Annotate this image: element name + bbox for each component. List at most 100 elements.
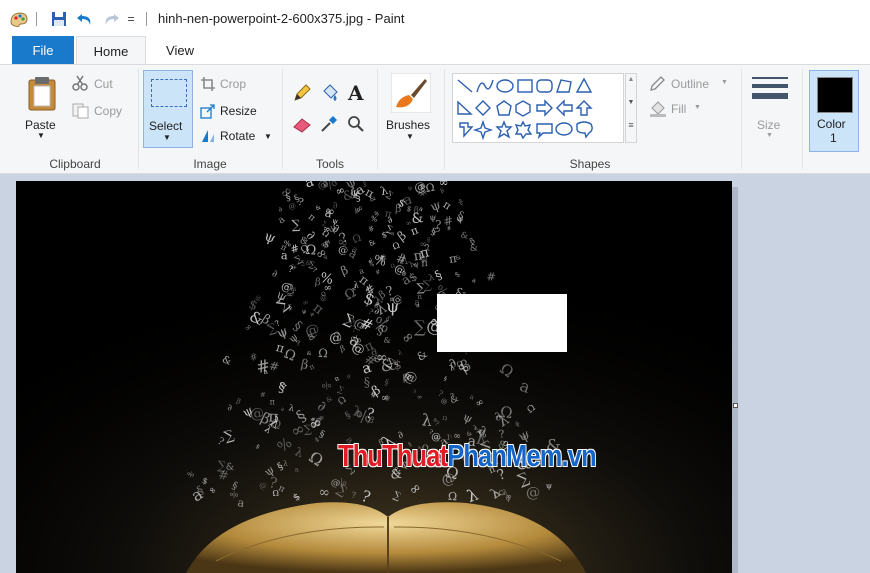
- scatter-glyph: ψ: [546, 480, 553, 490]
- resize-button-label[interactable]: Resize: [220, 104, 257, 118]
- rotate-dropdown-arrow[interactable]: ▼: [264, 132, 272, 141]
- shapes-gallery-scrollbar[interactable]: ▲ ▼ ≡: [625, 73, 637, 143]
- scatter-glyph: ∞: [318, 484, 331, 501]
- color1-button-label: Color: [817, 117, 846, 131]
- clipboard-group-label: Clipboard: [49, 157, 101, 171]
- tools-group-label: Tools: [315, 157, 344, 171]
- scatter-glyph: Ω: [318, 346, 328, 360]
- size-icon[interactable]: [750, 75, 790, 110]
- select-dropdown-arrow[interactable]: ▼: [163, 133, 171, 142]
- scatter-glyph: ∂: [227, 403, 232, 413]
- scatter-glyph: ∑: [291, 218, 300, 232]
- brushes-dropdown-arrow[interactable]: ▼: [406, 132, 414, 141]
- scatter-glyph: ψ: [429, 213, 436, 223]
- image-canvas[interactable]: &&?%§#ψ&§%λ#aπaππ#ψ∞@@∑β∞&∑Ω#βπ?a%∑β&#@#…: [16, 181, 732, 573]
- fill-button-label[interactable]: Fill: [671, 102, 686, 116]
- redo-icon[interactable]: [100, 8, 122, 30]
- crop-icon[interactable]: [200, 76, 216, 95]
- shapes-gallery[interactable]: [452, 73, 624, 143]
- scatter-glyph: &: [307, 351, 312, 357]
- expand-gallery-icon[interactable]: ≡: [626, 120, 636, 131]
- copy-button-label[interactable]: Copy: [94, 104, 122, 118]
- separator: [36, 12, 37, 26]
- color1-button[interactable]: Color 1: [809, 70, 859, 152]
- white-rectangle-shape[interactable]: [437, 294, 567, 352]
- shapes-gallery-icons: [457, 77, 593, 141]
- book-letters-image: &&?%§#ψ&§%λ#aπaππ#ψ∞@@∑β∞&∑Ω#βπ?a%∑β&#@#…: [16, 181, 732, 573]
- scatter-glyph: #: [486, 270, 496, 283]
- image-group-label: Image: [193, 157, 227, 171]
- scatter-glyph: λ: [354, 279, 360, 289]
- select-button[interactable]: Select ▼: [143, 70, 193, 148]
- scatter-glyph: ∑: [414, 317, 426, 336]
- scatter-glyph: %: [314, 437, 320, 444]
- scatter-glyph: ∞: [286, 289, 294, 300]
- scatter-glyph: λ: [283, 459, 288, 468]
- fill-icon[interactable]: [649, 101, 667, 120]
- canvas-resize-handle[interactable]: [733, 403, 738, 408]
- ribbon-tabs: File Home View: [0, 36, 870, 65]
- outline-button-label[interactable]: Outline: [671, 77, 709, 91]
- pencil-icon[interactable]: [292, 83, 312, 106]
- scatter-glyph: λ: [421, 410, 433, 430]
- eraser-icon[interactable]: [292, 117, 312, 136]
- select-button-label: Select: [149, 119, 183, 133]
- separator: [146, 12, 147, 26]
- customize-quick-access-dropdown[interactable]: =: [124, 8, 138, 30]
- scatter-glyph: ψ: [408, 185, 413, 192]
- scatter-glyph: ∞: [417, 393, 423, 401]
- color1-number: 1: [830, 131, 837, 145]
- scatter-glyph: β: [395, 202, 402, 215]
- tab-view[interactable]: View: [150, 36, 210, 65]
- tab-home[interactable]: Home: [76, 36, 146, 65]
- undo-icon[interactable]: [74, 8, 96, 30]
- watermark-part-2: PhanMem: [447, 438, 562, 473]
- scroll-down-icon[interactable]: ▼: [626, 97, 636, 108]
- text-tool-icon[interactable]: A: [348, 81, 364, 105]
- rotate-button-label[interactable]: Rotate: [220, 129, 255, 143]
- scatter-glyph: @: [329, 330, 343, 346]
- paint-app-icon[interactable]: [8, 8, 30, 30]
- size-button-label[interactable]: Size: [757, 118, 780, 132]
- scatter-glyph: &: [226, 462, 235, 473]
- save-icon[interactable]: [48, 8, 70, 30]
- ribbon-home: Paste ▼ Cut Copy Clipboard Select ▼ Crop…: [0, 64, 870, 174]
- window-title: hinh-nen-powerpoint-2-600x375.jpg - Pain…: [158, 11, 405, 26]
- rotate-icon[interactable]: [200, 128, 216, 147]
- group-separator: [802, 69, 803, 169]
- cut-icon[interactable]: [72, 75, 88, 94]
- fill-bucket-icon[interactable]: [320, 83, 340, 106]
- scroll-up-icon[interactable]: ▲: [626, 74, 636, 85]
- group-separator: [741, 69, 742, 169]
- paste-dropdown-arrow[interactable]: ▼: [37, 131, 45, 140]
- paste-button-label[interactable]: Paste: [25, 118, 56, 132]
- outline-dropdown-arrow[interactable]: ▼: [721, 79, 728, 86]
- scatter-glyph: ∞: [380, 392, 390, 404]
- group-separator: [377, 69, 378, 169]
- fill-dropdown-arrow[interactable]: ▼: [694, 104, 701, 111]
- color1-swatch: [817, 77, 853, 113]
- magnifier-icon[interactable]: [347, 115, 365, 136]
- group-separator: [138, 69, 139, 169]
- group-separator: [444, 69, 445, 169]
- scatter-glyph: #: [260, 391, 266, 399]
- watermark-part-3: .vn: [561, 438, 597, 473]
- paste-icon[interactable]: [26, 75, 58, 114]
- cut-button-label[interactable]: Cut: [94, 77, 113, 91]
- watermark-text: ThuThuatPhanMem.vn: [338, 436, 597, 476]
- select-icon: [151, 79, 187, 107]
- outline-icon[interactable]: [649, 76, 667, 95]
- shapes-group-label: Shapes: [569, 157, 611, 171]
- tab-file[interactable]: File: [12, 36, 74, 65]
- scatter-glyph: %: [373, 253, 388, 270]
- brushes-icon[interactable]: [390, 72, 432, 116]
- brushes-button-label[interactable]: Brushes: [386, 118, 430, 132]
- color-picker-icon[interactable]: [320, 115, 338, 136]
- scatter-glyph: §: [364, 374, 371, 389]
- scatter-glyph: π: [270, 398, 275, 407]
- copy-icon[interactable]: [72, 103, 90, 122]
- size-dropdown-arrow[interactable]: ▼: [766, 132, 773, 139]
- crop-button-label[interactable]: Crop: [220, 77, 246, 91]
- resize-icon[interactable]: [200, 103, 216, 122]
- scatter-glyph: &: [384, 336, 391, 345]
